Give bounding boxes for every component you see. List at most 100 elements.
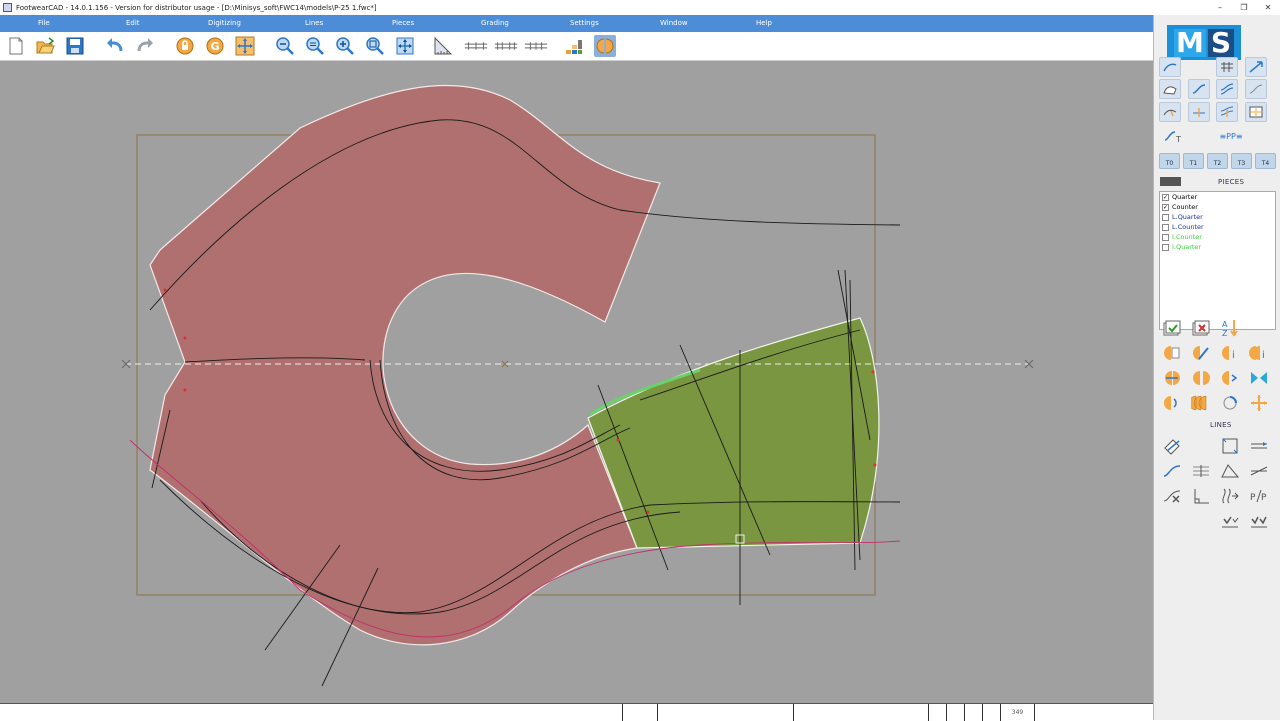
piece-checkbox[interactable] [1162,243,1169,251]
piece-turn-icon[interactable] [1217,392,1243,414]
line-offset-icon[interactable] [1217,485,1243,507]
piece-checkbox[interactable] [1162,213,1169,221]
pieces-info-icon[interactable]: i [1246,342,1272,364]
piece-edit-icon[interactable] [1188,342,1214,364]
view-grid-icon[interactable] [1216,57,1238,77]
piece-name: L.Quarter [1172,213,1203,221]
undo-icon[interactable] [104,35,126,57]
list-item[interactable]: L.Counter [1160,222,1275,232]
zoom-window-icon[interactable] [364,35,386,57]
line-rect-icon[interactable] [1217,435,1243,457]
list-item[interactable]: I.Counter [1160,232,1275,242]
grade-button-t4[interactable]: T4 [1255,153,1276,169]
grade-button-t1[interactable]: T1 [1183,153,1204,169]
line-curve-icon[interactable] [1159,460,1185,482]
menu-edit[interactable]: Edit [126,19,140,27]
new-icon[interactable] [5,35,27,57]
show-lines-icon[interactable] [1188,79,1210,99]
show-notches-icon[interactable] [1159,102,1181,122]
line-join-icon[interactable] [1246,460,1272,482]
menu-lines[interactable]: Lines [305,19,323,27]
spacing-2-icon[interactable] [492,35,520,57]
show-text-icon[interactable]: T [1159,125,1185,147]
menu-help[interactable]: Help [756,19,772,27]
zoom-out-icon[interactable] [274,35,296,57]
piece-checkbox[interactable]: ✓ [1162,203,1169,211]
list-item[interactable]: I.Quarter [1160,242,1275,252]
show-grading-icon[interactable] [1216,102,1238,122]
layers-icon[interactable] [563,35,585,57]
pieces-list[interactable]: ✓ Quarter ✓ Counter L.Quarter L.Counter I.… [1159,191,1276,330]
uncheck-pieces-icon[interactable] [1188,317,1214,339]
view-curve-icon[interactable] [1159,57,1181,77]
list-item[interactable]: ✓ Quarter [1160,192,1275,202]
svg-text:i: i [1232,350,1235,361]
drawing-canvas[interactable] [0,61,1153,703]
redo-icon[interactable] [134,35,156,57]
piece-flip-icon[interactable] [1246,367,1272,389]
list-item[interactable]: ✓ Counter [1160,202,1275,212]
show-thin-line-icon[interactable] [1245,79,1267,99]
svg-text:P: P [1261,493,1267,503]
line-angle-icon[interactable] [1217,460,1243,482]
line-check-icon[interactable] [1217,510,1243,532]
show-marks-icon[interactable] [1188,102,1210,122]
piece-new-icon[interactable] [1159,342,1185,364]
pieces-toggle-icon[interactable] [594,35,616,57]
save-icon[interactable] [64,35,86,57]
zoom-fit-icon[interactable] [394,35,416,57]
piece-mirror-icon[interactable] [1188,367,1214,389]
sort-az-icon[interactable]: AZ [1217,317,1243,339]
title-bar: FootwearCAD - 14.0.1.156 - Version for d… [0,0,1280,15]
spacing-1-icon[interactable] [462,35,490,57]
window-controls: – ❐ ✕ [1208,0,1280,15]
line-draw-icon[interactable] [1159,435,1185,457]
line-delete-icon[interactable] [1159,485,1185,507]
piece-checkbox[interactable] [1162,223,1169,231]
line-check-all-icon[interactable] [1246,510,1272,532]
spacing-3-icon[interactable] [522,35,550,57]
piece-checkbox[interactable] [1162,233,1169,241]
piece-rotate-icon[interactable] [1159,392,1185,414]
piece-name: L.Counter [1172,223,1204,231]
line-perpendicular-icon[interactable] [1188,485,1214,507]
menu-file[interactable]: File [38,19,50,27]
piece-join-icon[interactable] [1217,367,1243,389]
zoom-out-2-icon[interactable] [304,35,326,57]
line-straight-icon[interactable] [1246,435,1272,457]
show-piece-outline-icon[interactable] [1159,79,1181,99]
maximize-button[interactable]: ❐ [1232,0,1256,15]
show-table-icon[interactable] [1245,102,1267,122]
line-split-icon[interactable] [1188,460,1214,482]
menu-digitizing[interactable]: Digitizing [208,19,241,27]
close-button[interactable]: ✕ [1256,0,1280,15]
grade-button-t3[interactable]: T3 [1231,153,1252,169]
line-pp-icon[interactable]: PP [1246,485,1272,507]
show-pp-icon[interactable]: ≡PP≡ [1216,125,1246,147]
counter-piece[interactable] [587,317,880,549]
minimize-button[interactable]: – [1208,0,1232,15]
quarter-piece[interactable] [149,84,661,646]
menu-grading[interactable]: Grading [481,19,509,27]
view-arrow-icon[interactable] [1245,57,1267,77]
menu-window[interactable]: Window [660,19,688,27]
show-seams-icon[interactable] [1216,79,1238,99]
list-item[interactable]: L.Quarter [1160,212,1275,222]
piece-stack-icon[interactable] [1188,392,1214,414]
lock-icon[interactable] [174,35,196,57]
ruler-icon[interactable] [432,35,454,57]
piece-scatter-icon[interactable] [1246,392,1272,414]
piece-checkbox[interactable]: ✓ [1162,193,1169,201]
check-pieces-icon[interactable] [1159,317,1185,339]
open-icon[interactable] [34,35,56,57]
pattern-drawing[interactable] [0,61,1153,703]
piece-info-icon[interactable]: i [1217,342,1243,364]
g-icon[interactable]: G [204,35,226,57]
menu-settings[interactable]: Settings [570,19,599,27]
grade-button-t2[interactable]: T2 [1207,153,1228,169]
grade-button-t0[interactable]: T0 [1159,153,1180,169]
move-icon[interactable] [234,35,256,57]
zoom-in-icon[interactable] [334,35,356,57]
piece-move-icon[interactable] [1159,367,1185,389]
menu-pieces[interactable]: Pieces [392,19,414,27]
